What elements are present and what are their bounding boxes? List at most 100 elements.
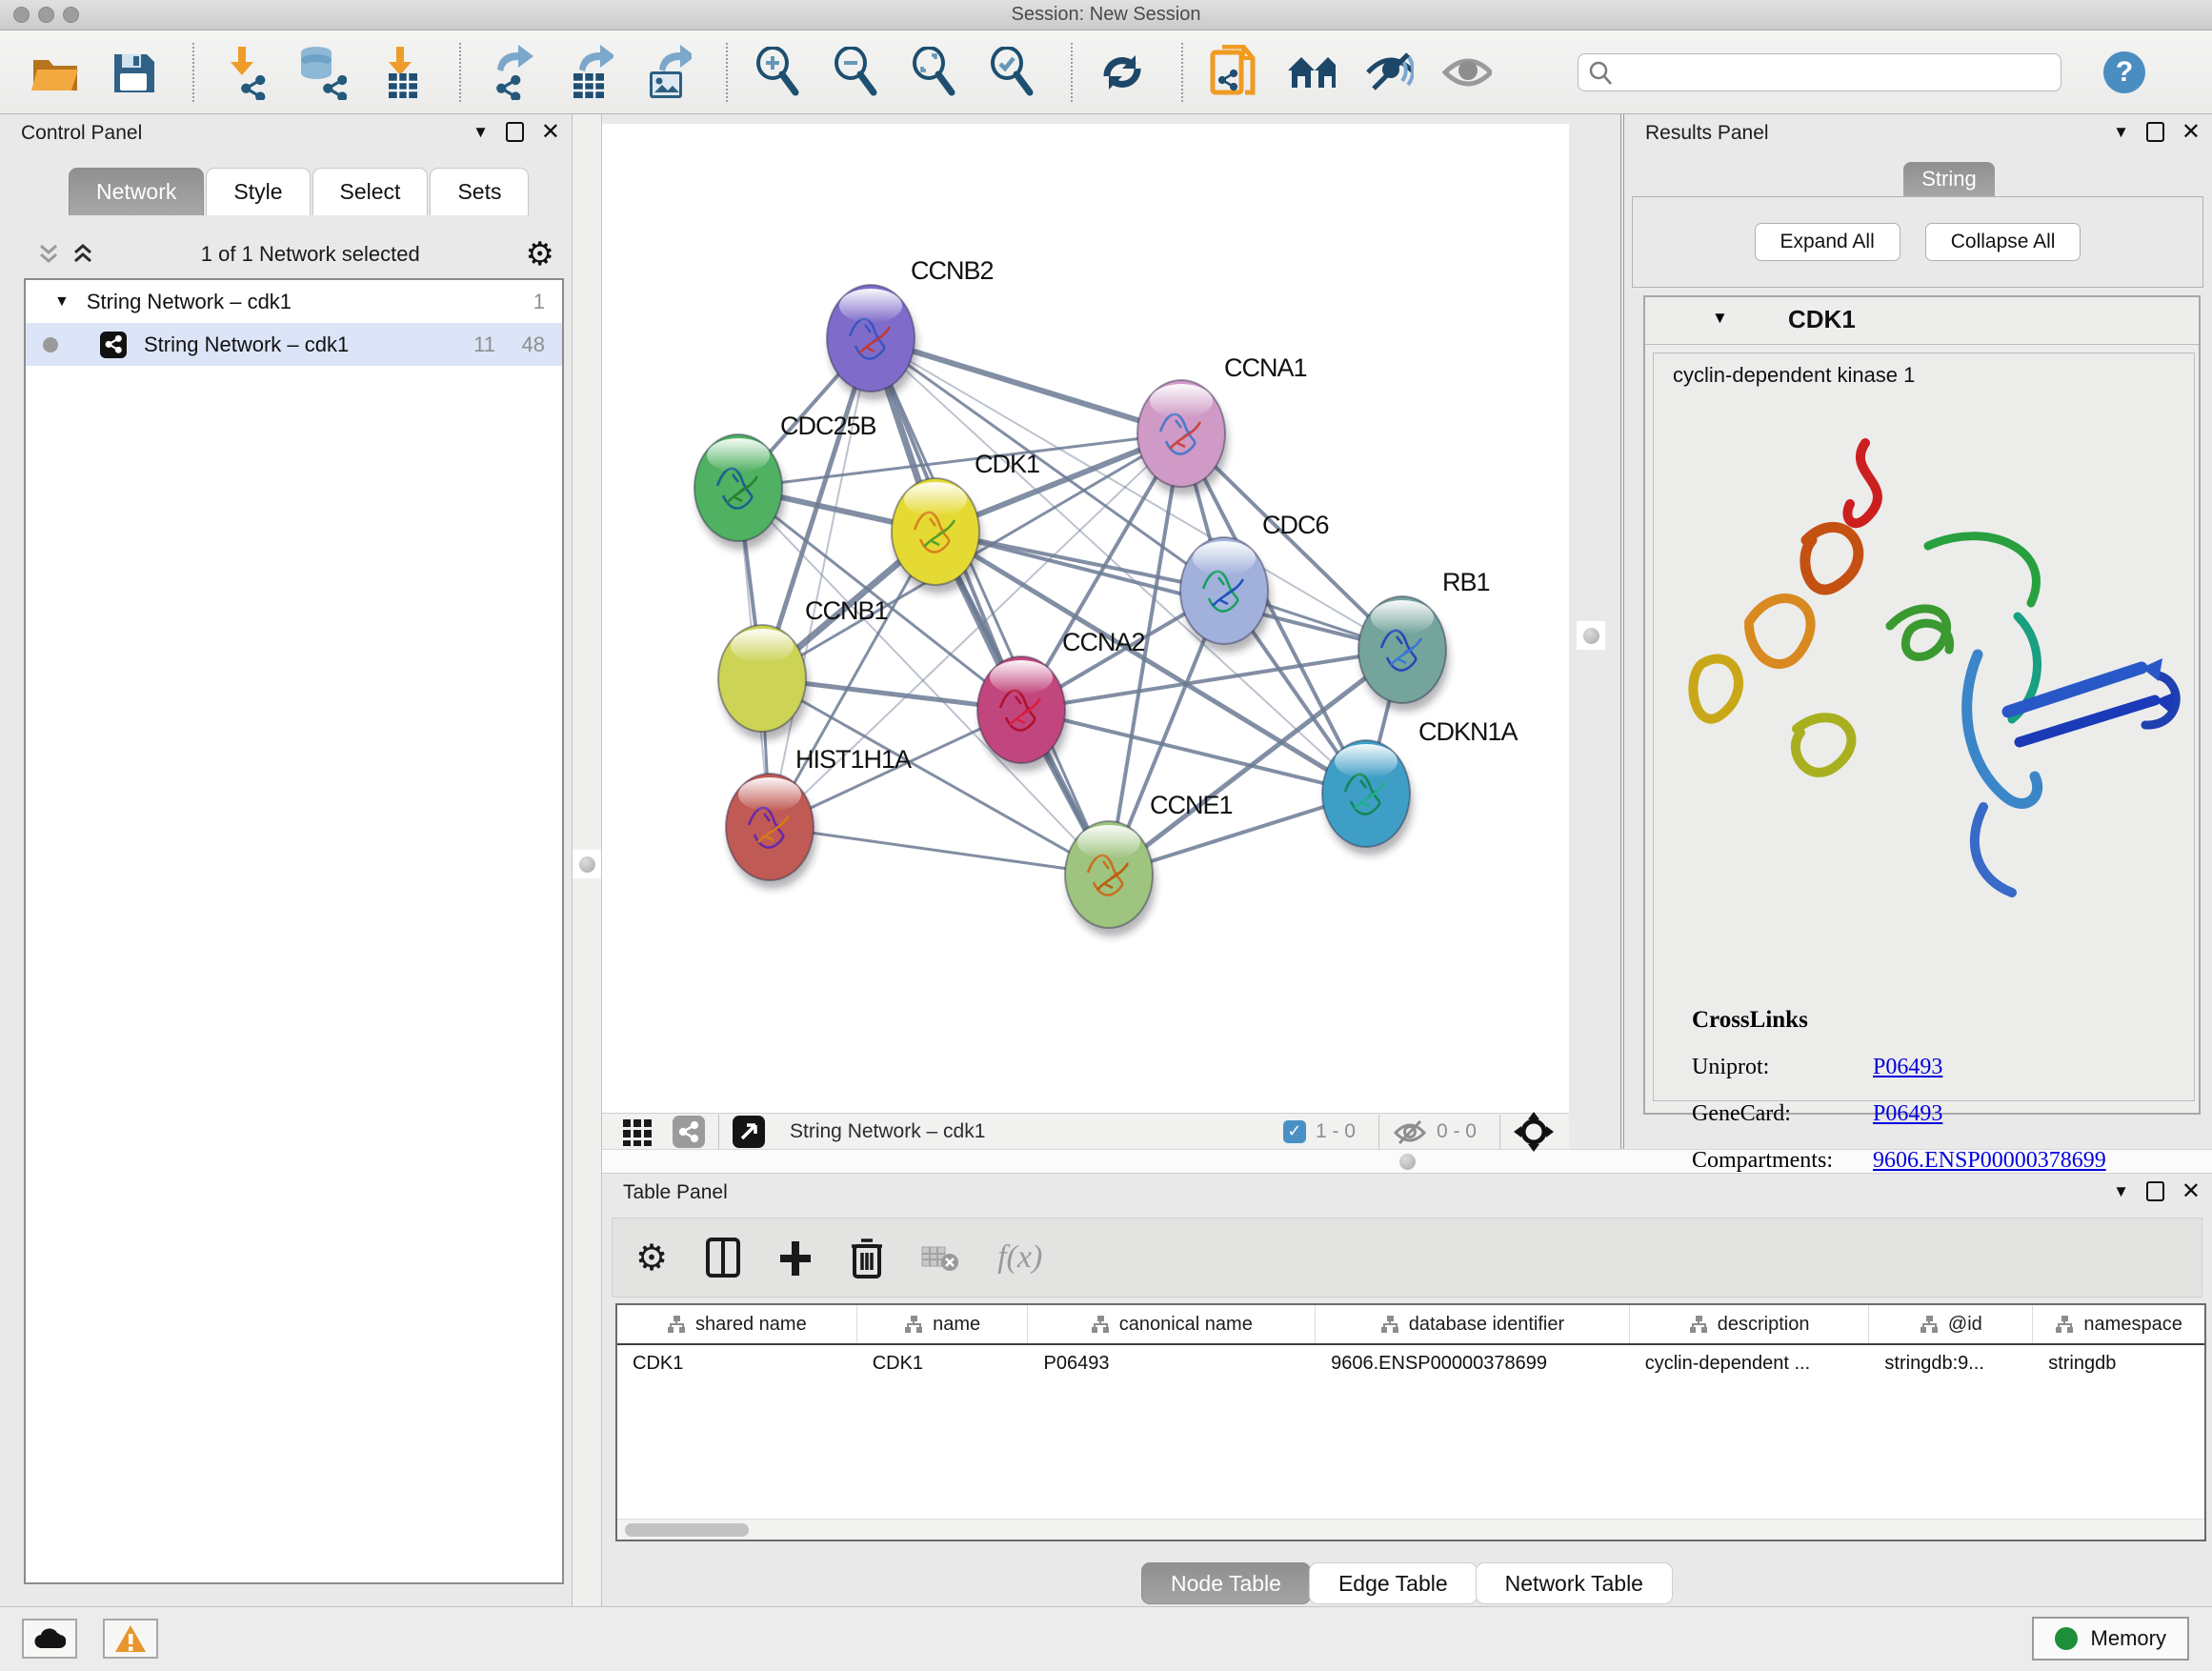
tab-sets[interactable]: Sets [430, 168, 529, 215]
protein-expander-icon[interactable]: ▼ [1712, 309, 1728, 328]
panel-float-icon[interactable] [2146, 1181, 2164, 1201]
houses-icon[interactable] [1286, 46, 1336, 99]
column-header[interactable]: database identifier [1316, 1305, 1630, 1343]
expand-all-networks-icon[interactable] [36, 242, 61, 267]
cloud-button[interactable] [22, 1619, 77, 1659]
warnings-button[interactable] [103, 1619, 158, 1659]
node-table: shared name name canonical name database… [615, 1303, 2206, 1541]
table-horizontal-scrollbar[interactable] [617, 1519, 2204, 1540]
network-collection-row[interactable]: ▼ String Network – cdk1 1 [26, 280, 562, 323]
network-options-gear-icon[interactable]: ⚙ [526, 235, 554, 273]
new-network-from-selection-icon[interactable] [1208, 46, 1257, 99]
results-panel-title: Results Panel [1645, 122, 1769, 145]
network-edge[interactable] [871, 338, 1181, 433]
cell-name[interactable]: CDK1 [857, 1345, 1029, 1381]
export-table-icon[interactable] [564, 46, 613, 99]
network-row[interactable]: String Network – cdk1 11 48 [26, 323, 562, 366]
column-header[interactable]: @id [1869, 1305, 2033, 1343]
network-overview-icon[interactable] [673, 1116, 705, 1148]
network-node-cdkn1a[interactable]: CDKN1A [1322, 717, 1518, 856]
right-splitter[interactable] [1569, 114, 1624, 1149]
birdseye-grid-icon[interactable] [621, 1117, 659, 1146]
panel-menu-icon[interactable]: ▼ [2113, 1182, 2129, 1201]
crosslink-link[interactable]: P06493 [1873, 1101, 1942, 1127]
zoom-selected-icon[interactable] [987, 46, 1036, 99]
cell-shared-name[interactable]: CDK1 [617, 1345, 857, 1381]
network-node-rb1[interactable]: RB1 [1358, 568, 1490, 712]
cell-database-identifier[interactable]: 9606.ENSP00000378699 [1316, 1345, 1630, 1381]
export-network-icon[interactable] [486, 46, 535, 99]
results-panel: Results Panel ▼ ✕ String Expand All Coll… [1624, 114, 2212, 1149]
column-header[interactable]: shared name [617, 1305, 857, 1343]
panel-close-icon[interactable]: ✕ [541, 123, 560, 142]
export-image-icon[interactable] [642, 46, 692, 99]
show-columns-icon[interactable] [706, 1238, 740, 1278]
tab-network-table[interactable]: Network Table [1476, 1562, 1673, 1604]
cell-id[interactable]: stringdb:9... [1869, 1345, 2033, 1381]
splitter-grip[interactable] [579, 856, 595, 873]
hidden-eye-slash-icon[interactable] [1393, 1118, 1427, 1145]
tab-edge-table[interactable]: Edge Table [1309, 1562, 1478, 1604]
splitter-grip[interactable] [1399, 1154, 1416, 1170]
left-splitter[interactable] [572, 114, 602, 1606]
tab-select[interactable]: Select [312, 168, 429, 215]
column-header[interactable]: description [1630, 1305, 1870, 1343]
import-table-icon[interactable] [375, 46, 425, 99]
crosslink-link[interactable]: P06493 [1873, 1055, 1942, 1080]
collection-expander-icon[interactable]: ▼ [54, 293, 70, 311]
open-session-icon[interactable] [30, 46, 80, 99]
tab-string[interactable]: String [1903, 162, 1995, 196]
add-column-icon[interactable] [778, 1238, 813, 1278]
table-tabs: Node Table Edge Table Network Table [602, 1562, 2212, 1604]
import-network-file-icon[interactable] [219, 46, 269, 99]
zoom-in-icon[interactable] [753, 46, 802, 99]
column-header[interactable]: namespace [2033, 1305, 2204, 1343]
expand-all-button[interactable]: Expand All [1755, 223, 1900, 261]
delete-column-icon[interactable] [851, 1237, 883, 1278]
cell-namespace[interactable]: stringdb [2033, 1345, 2204, 1381]
hide-selected-eye-icon[interactable] [1364, 46, 1414, 99]
import-network-database-icon[interactable] [297, 46, 347, 99]
memory-button[interactable]: Memory [2032, 1617, 2189, 1661]
panel-float-icon[interactable] [2146, 122, 2164, 142]
crosslink-link[interactable]: 9606.ENSP00000378699 [1873, 1148, 2106, 1174]
zoom-fit-icon[interactable] [909, 46, 958, 99]
network-node-ccna2[interactable]: CCNA2 [977, 628, 1145, 772]
selected-nodes-checkbox-icon[interactable]: ✓ [1283, 1120, 1306, 1143]
network-node-ccne1[interactable]: CCNE1 [1065, 791, 1233, 936]
network-edge[interactable] [935, 532, 1402, 650]
detach-view-icon[interactable] [733, 1116, 765, 1148]
column-label: namespace [2083, 1314, 2182, 1336]
crosshair-icon[interactable] [1514, 1112, 1554, 1152]
tab-network[interactable]: Network [69, 168, 204, 215]
panel-float-icon[interactable] [506, 122, 524, 142]
table-options-gear-icon[interactable]: ⚙ [635, 1237, 668, 1278]
tab-node-table[interactable]: Node Table [1141, 1562, 1311, 1604]
cell-canonical-name[interactable]: P06493 [1029, 1345, 1317, 1381]
tab-style[interactable]: Style [206, 168, 310, 215]
network-node-ccnb2[interactable]: CCNB2 [827, 256, 994, 400]
search-input[interactable] [1578, 53, 2061, 91]
help-button[interactable]: ? [2103, 51, 2145, 93]
scrollbar-thumb[interactable] [625, 1523, 749, 1537]
network-node-ccnb1[interactable]: CCNB1 [718, 596, 888, 740]
save-session-icon[interactable] [109, 46, 158, 99]
zoom-out-icon[interactable] [831, 46, 880, 99]
collapse-all-button[interactable]: Collapse All [1925, 223, 2081, 261]
protein-card-header[interactable]: ▼ CDK1 [1645, 297, 2199, 345]
refresh-layout-icon[interactable] [1097, 46, 1147, 99]
panel-close-icon[interactable]: ✕ [2182, 1182, 2201, 1201]
table-row[interactable]: CDK1 CDK1 P06493 9606.ENSP00000378699 cy… [617, 1345, 2204, 1381]
network-node-hist1h1a[interactable]: HIST1H1A [726, 745, 912, 889]
collapse-all-networks-icon[interactable] [70, 242, 95, 267]
network-edge[interactable] [770, 827, 1109, 875]
panel-menu-icon[interactable]: ▼ [473, 123, 489, 142]
panel-menu-icon[interactable]: ▼ [2113, 123, 2129, 142]
network-canvas[interactable]: CCNB2CCNA1CDC25BCDK1CDC6RB1CCNB1CCNA2CDK… [602, 124, 1569, 1113]
column-header[interactable]: name [857, 1305, 1029, 1343]
cell-description[interactable]: cyclin-dependent ... [1630, 1345, 1870, 1381]
network-edge[interactable] [871, 338, 1109, 875]
panel-close-icon[interactable]: ✕ [2182, 123, 2201, 142]
splitter-grip[interactable] [1583, 628, 1599, 644]
column-header[interactable]: canonical name [1028, 1305, 1316, 1343]
